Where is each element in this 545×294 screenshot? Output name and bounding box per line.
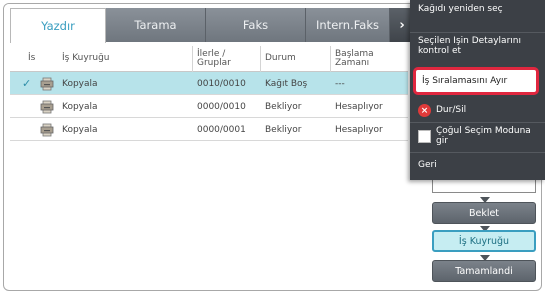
copy-job-icon xyxy=(40,72,54,95)
tab-fax[interactable]: Faks xyxy=(206,8,306,42)
job-progress: 0010/0010 xyxy=(197,78,246,89)
menu-divider xyxy=(410,122,545,123)
job-start-time: Hesaplıyor xyxy=(335,101,383,112)
tab-internet-fax[interactable]: Intern.Faks xyxy=(306,8,390,42)
menu-item-separate-job-order[interactable]: İş Sıralamasını Ayır xyxy=(410,64,545,98)
table-header: İs İş Kuyruğu İlerle / Gruplar Durum Baş… xyxy=(10,46,408,72)
tab-print[interactable]: Yazdır xyxy=(10,8,106,43)
job-name: Kopyala xyxy=(62,101,98,112)
hold-button[interactable]: Beklet xyxy=(432,202,536,224)
panel-area xyxy=(432,179,536,193)
job-status: Bekliyor xyxy=(265,101,302,112)
menu-item-back[interactable]: Geri xyxy=(418,160,437,170)
tab-bar: Yazdır Tarama Faks Intern.Faks › xyxy=(4,4,414,43)
job-start-time: Hesaplıyor xyxy=(335,124,383,135)
checkmark-icon: ✓ xyxy=(22,77,32,90)
table-row[interactable]: Kopyala 0000/0010 Bekliyor Hesaplıyor xyxy=(10,95,408,118)
header-queue: İş Kuyruğu xyxy=(62,53,110,64)
job-start-time: --- xyxy=(335,78,345,89)
table-row[interactable]: ✓ Kopyala 0010/0010 Kağıt Boş --- xyxy=(10,72,408,95)
job-name: Kopyala xyxy=(62,78,98,89)
completed-button[interactable]: Tamamlandi xyxy=(432,260,536,282)
menu-divider xyxy=(410,32,545,33)
job-progress: 0000/0001 xyxy=(197,124,246,135)
header-start-time: Başlama Zamanı xyxy=(330,46,390,72)
menu-item-label: İş Sıralamasını Ayır xyxy=(413,67,539,95)
job-status: Bekliyor xyxy=(265,124,302,135)
header-progress: İlerle / Gruplar xyxy=(192,46,260,72)
menu-item-multi-select[interactable]: Çoğul Seçim Moduna gir xyxy=(436,126,536,147)
stop-icon: × xyxy=(418,104,431,117)
menu-item-check-details[interactable]: Seçilen İşin Detaylarını kontrol et xyxy=(418,36,540,58)
job-status: Kağıt Boş xyxy=(265,78,308,89)
checkbox-icon xyxy=(418,130,431,143)
menu-divider xyxy=(410,152,545,153)
job-queue-button[interactable]: İş Kuyruğu xyxy=(432,230,536,252)
job-table: İs İş Kuyruğu İlerle / Gruplar Durum Baş… xyxy=(10,46,408,141)
copy-job-icon xyxy=(40,118,54,141)
table-row[interactable]: Kopyala 0000/0001 Bekliyor Hesaplıyor xyxy=(10,118,408,141)
header-is: İs xyxy=(28,53,36,64)
menu-item-stop-delete[interactable]: Dur/Sil xyxy=(436,105,466,115)
action-menu: Kağıdı yeniden seç Seçilen İşin Detaylar… xyxy=(410,0,545,180)
job-name: Kopyala xyxy=(62,124,98,135)
job-progress: 0000/0010 xyxy=(197,101,246,112)
copy-job-icon xyxy=(40,95,54,118)
header-status: Durum xyxy=(260,46,330,72)
menu-item-reselect-paper[interactable]: Kağıdı yeniden seç xyxy=(418,4,518,14)
tab-scan[interactable]: Tarama xyxy=(106,8,206,42)
